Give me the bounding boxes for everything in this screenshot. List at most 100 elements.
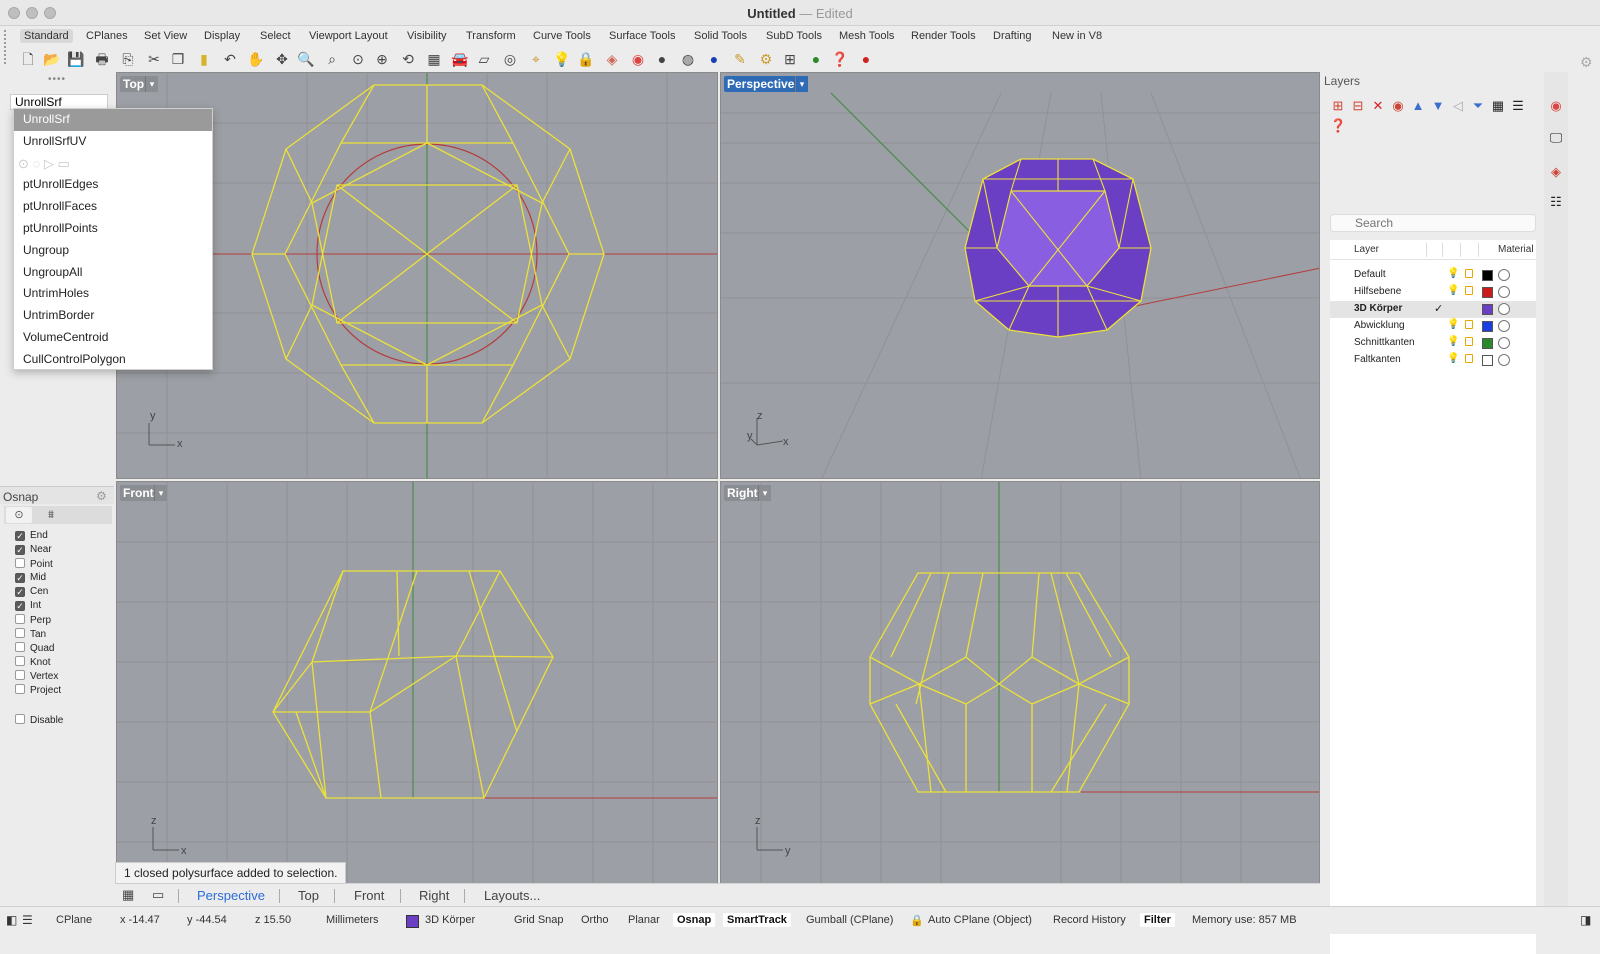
display-icon[interactable]: 🖵: [1548, 130, 1564, 146]
copy-icon[interactable]: ❐: [168, 49, 188, 69]
osnap-end[interactable]: ✓ End: [15, 530, 48, 543]
layer-unlock-icon[interactable]: [1465, 286, 1473, 295]
cut-icon[interactable]: ✂: [144, 49, 164, 69]
layer-visible-bulb-icon[interactable]: 💡: [1447, 268, 1459, 279]
checkbox-empty-icon[interactable]: [15, 714, 25, 724]
save-icon[interactable]: 💾: [66, 49, 86, 69]
layer-visible-bulb-icon[interactable]: 💡: [1447, 336, 1459, 347]
single-viewport-icon[interactable]: ▭: [152, 887, 164, 903]
layers-panel-icon[interactable]: ◈: [1548, 164, 1564, 180]
layer-visible-bulb-icon[interactable]: 💡: [1447, 285, 1459, 296]
status-gumball[interactable]: Gumball (CPlane): [806, 914, 893, 926]
status-smarttrack-toggle[interactable]: SmartTrack: [723, 913, 791, 927]
paste-icon[interactable]: ▮: [194, 49, 214, 69]
layer-material-icon[interactable]: [1498, 269, 1510, 281]
panel-toggle-icon[interactable]: ◨: [1580, 913, 1591, 927]
help-icon[interactable]: ❓: [830, 49, 850, 69]
status-filter[interactable]: Filter: [1140, 913, 1175, 927]
osnap-filter-tab-icon[interactable]: ⩩: [38, 507, 64, 523]
status-osnap-toggle[interactable]: Osnap: [673, 913, 716, 927]
layer-visible-bulb-icon[interactable]: 💡: [1447, 353, 1459, 364]
grid-plane-icon[interactable]: ▱: [474, 49, 494, 69]
autocomplete-item[interactable]: ptUnrollFaces: [14, 196, 212, 218]
sidebar-toggle-icon[interactable]: ◧: [6, 913, 17, 927]
print-icon[interactable]: 🖶: [92, 49, 112, 69]
gear-icon[interactable]: ⚙: [756, 49, 776, 69]
color-wheel-icon[interactable]: ◉: [628, 49, 648, 69]
rhino-icon[interactable]: ●: [856, 49, 876, 69]
layer-name[interactable]: 3D Körper: [1354, 303, 1402, 314]
autocomplete-item[interactable]: CullControlPolygon: [14, 349, 212, 371]
viewport-menu-chevron-down-icon[interactable]: ▾: [145, 76, 158, 92]
open-folder-icon[interactable]: 📂: [42, 49, 62, 69]
tab-curve-tools[interactable]: Curve Tools: [529, 29, 595, 43]
filter-icon[interactable]: ⏷: [1470, 98, 1486, 114]
viewport-menu-chevron-down-icon[interactable]: ▾: [758, 485, 771, 501]
layer-material-icon[interactable]: [1498, 354, 1510, 366]
viewport-title-front[interactable]: Front: [120, 485, 157, 501]
tab-set-view[interactable]: Set View: [140, 29, 191, 43]
osnap-settings-gear-icon[interactable]: ⚙: [96, 489, 107, 503]
layer-material-icon[interactable]: [1498, 320, 1510, 332]
osnap-int[interactable]: ✓ Int: [15, 600, 41, 613]
light-icon[interactable]: 💡: [552, 49, 572, 69]
layer-unlock-icon[interactable]: [1465, 269, 1473, 278]
tab-transform[interactable]: Transform: [462, 29, 520, 43]
zoom-window-icon[interactable]: ⌕: [322, 49, 342, 69]
menu-icon[interactable]: ☰: [1510, 98, 1526, 114]
checkbox-checked-icon[interactable]: ✓: [15, 601, 25, 611]
autocomplete-item[interactable]: UntrimHoles: [14, 283, 212, 305]
layer-unlock-icon[interactable]: [1465, 320, 1473, 329]
autocomplete-item[interactable]: UngroupAll: [14, 262, 212, 284]
layer-unlock-icon[interactable]: [1465, 337, 1473, 346]
viewport-perspective[interactable]: z y x Perspective ▾: [720, 72, 1320, 479]
osnap-disable[interactable]: Disable: [15, 714, 63, 727]
tab-viewport-layout[interactable]: Viewport Layout: [305, 29, 392, 43]
osnap-target-tab-icon[interactable]: ⊙: [6, 507, 32, 523]
tab-subd-tools[interactable]: SubD Tools: [762, 29, 826, 43]
named-cplane-icon[interactable]: ⌖: [526, 49, 546, 69]
checkbox-empty-icon[interactable]: [15, 642, 25, 652]
layer-material-icon[interactable]: [1498, 286, 1510, 298]
columns-icon[interactable]: ▦: [1490, 98, 1506, 114]
checkbox-checked-icon[interactable]: ✓: [15, 531, 25, 541]
zoom-icon[interactable]: 🔍: [296, 49, 316, 69]
osnap-mid[interactable]: ✓ Mid: [15, 572, 46, 585]
autocomplete-item[interactable]: UntrimBorder: [14, 305, 212, 327]
blue-sphere-icon[interactable]: ●: [704, 49, 724, 69]
new-sublayer-icon[interactable]: ⊟: [1350, 98, 1366, 114]
osnap-near[interactable]: ✓ Near: [15, 544, 52, 557]
layer-color-swatch[interactable]: [1482, 270, 1493, 281]
tab-standard[interactable]: Standard: [20, 29, 73, 43]
checkbox-empty-icon[interactable]: [15, 558, 25, 568]
autocomplete-item[interactable]: ptUnrollEdges: [14, 174, 212, 196]
status-cplane[interactable]: CPlane: [56, 914, 92, 926]
viewport-right[interactable]: z y Right ▾: [720, 481, 1320, 884]
new-layer-icon[interactable]: ⊞: [1330, 98, 1346, 114]
viewport-title-right[interactable]: Right: [724, 485, 761, 501]
checkbox-empty-icon[interactable]: [15, 628, 25, 638]
layer-state-icon[interactable]: ◉: [1390, 98, 1406, 114]
osnap-knot[interactable]: Knot: [15, 656, 51, 669]
osnap-perp[interactable]: Perp: [15, 614, 51, 627]
layer-row[interactable]: Faltkanten 💡: [1330, 352, 1536, 369]
autocomplete-item[interactable]: VolumeCentroid: [14, 327, 212, 349]
properties-icon[interactable]: ☷: [1548, 194, 1564, 210]
car-icon[interactable]: 🚘: [450, 49, 470, 69]
osnap-tan[interactable]: Tan: [15, 628, 46, 641]
move-down-icon[interactable]: ▼: [1430, 98, 1446, 114]
pan-hand-icon[interactable]: ✋: [246, 49, 266, 69]
layer-row[interactable]: Default 💡: [1330, 267, 1536, 284]
status-grid-snap[interactable]: Grid Snap: [514, 914, 564, 926]
cplane-icon[interactable]: ◎: [500, 49, 520, 69]
layer-color-swatch[interactable]: [1482, 355, 1493, 366]
layer-color-swatch[interactable]: [1482, 287, 1493, 298]
tab-select[interactable]: Select: [256, 29, 295, 43]
layer-name[interactable]: Default: [1354, 269, 1386, 280]
tab-drafting[interactable]: Drafting: [989, 29, 1036, 43]
rendered-icon[interactable]: ◍: [678, 49, 698, 69]
layer-row[interactable]: Abwicklung 💡: [1330, 318, 1536, 335]
globe-icon[interactable]: ●: [806, 49, 826, 69]
layer-name[interactable]: Abwicklung: [1354, 320, 1405, 331]
status-current-layer[interactable]: 3D Körper: [425, 914, 475, 926]
